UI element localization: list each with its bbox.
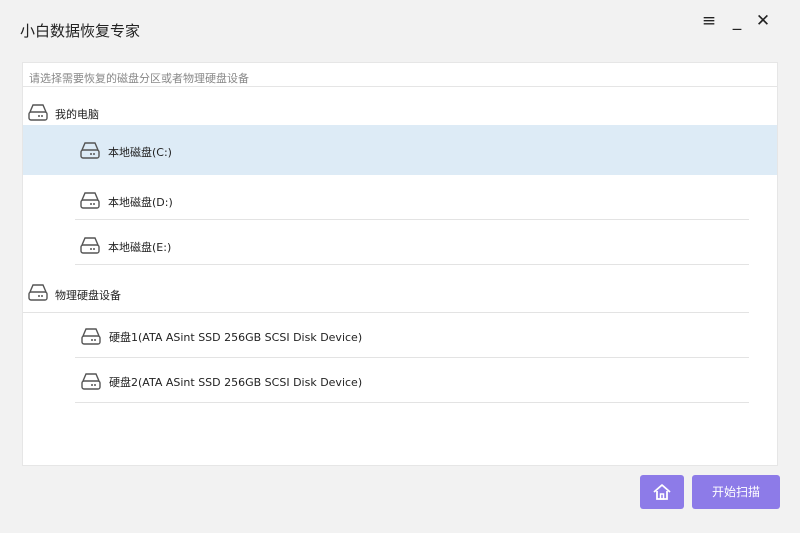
- minimize-icon[interactable]: _: [726, 10, 748, 32]
- disk-2-row[interactable]: 硬盘2(ATA ASint SSD 256GB SCSI Disk Device…: [75, 358, 749, 403]
- hard-drive-icon: [80, 142, 100, 159]
- title-bar: 小白数据恢复专家 ≡ _ ✕: [0, 0, 800, 60]
- home-icon: [653, 484, 671, 500]
- app-title: 小白数据恢复专家: [20, 22, 141, 40]
- disk-1-row[interactable]: 硬盘1(ATA ASint SSD 256GB SCSI Disk Device…: [75, 313, 749, 358]
- hard-drive-icon: [80, 192, 100, 209]
- start-scan-button[interactable]: 开始扫描: [692, 475, 780, 509]
- drive-c-row[interactable]: 本地磁盘(C:): [23, 125, 777, 175]
- drive-label: 本地磁盘(D:): [108, 196, 173, 209]
- drive-label: 本地磁盘(E:): [108, 241, 172, 254]
- drive-d-row[interactable]: 本地磁盘(D:): [75, 175, 749, 220]
- hard-drive-icon: [80, 237, 100, 254]
- hard-drive-icon: [28, 104, 48, 121]
- group-label: 我的电脑: [55, 108, 99, 121]
- home-button[interactable]: [640, 475, 684, 509]
- hard-drive-icon: [81, 373, 101, 390]
- divider: [23, 86, 777, 87]
- menu-icon[interactable]: ≡: [698, 10, 720, 32]
- group-physical-disks[interactable]: 物理硬盘设备: [23, 273, 749, 313]
- device-list-panel: 请选择需要恢复的磁盘分区或者物理硬盘设备 我的电脑 本地磁盘(C:) 本地磁盘(…: [22, 62, 778, 466]
- disk-label: 硬盘1(ATA ASint SSD 256GB SCSI Disk Device…: [109, 331, 363, 344]
- hard-drive-icon: [28, 284, 48, 301]
- close-icon[interactable]: ✕: [752, 10, 774, 32]
- group-label: 物理硬盘设备: [55, 289, 121, 302]
- instruction-text: 请选择需要恢复的磁盘分区或者物理硬盘设备: [29, 72, 249, 85]
- disk-label: 硬盘2(ATA ASint SSD 256GB SCSI Disk Device…: [109, 376, 363, 389]
- hard-drive-icon: [81, 328, 101, 345]
- drive-e-row[interactable]: 本地磁盘(E:): [75, 220, 749, 265]
- drive-label: 本地磁盘(C:): [108, 146, 172, 159]
